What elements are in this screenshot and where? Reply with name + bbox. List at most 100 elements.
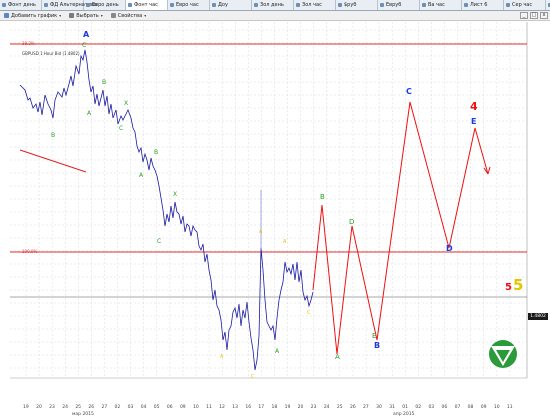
time-tick-label: 24 xyxy=(323,405,330,410)
time-tick-label: 31 xyxy=(389,405,395,410)
time-tick-label: 19 xyxy=(284,405,291,410)
maximize-button[interactable]: □ xyxy=(530,12,538,19)
minimize-button[interactable]: _ xyxy=(520,12,528,19)
wave-label-d: D xyxy=(446,244,453,253)
add-chart-button[interactable]: Добавить график ▾ xyxy=(0,13,65,19)
wave-label-e: E xyxy=(372,332,377,340)
wave-label-a: A xyxy=(335,353,340,361)
time-tick-label: 18 xyxy=(271,405,278,410)
wave-label-c: C xyxy=(157,238,162,245)
chart-tab[interactable]: Зол день xyxy=(252,0,294,10)
time-tick-label: 03 xyxy=(127,405,134,410)
gear-icon xyxy=(110,13,116,18)
chart-tab[interactable]: Евро час xyxy=(168,0,210,10)
time-tick-label: 09 xyxy=(480,405,487,410)
time-tick-label: 02 xyxy=(415,405,422,410)
time-tick-label: 08 xyxy=(467,405,474,410)
price-series xyxy=(19,49,314,371)
time-tick-label: 13 xyxy=(232,405,238,410)
time-tick-label: 23 xyxy=(310,405,317,410)
chart-toolbar: Добавить график ▾ Выбрать ▾ Свойства ▾ xyxy=(0,11,550,21)
chart-tab[interactable]: Фонт день xyxy=(0,0,42,10)
wave-label-e: E xyxy=(471,117,477,126)
wave-label-a: A xyxy=(283,239,287,245)
wave-label-a: A xyxy=(83,30,90,39)
wave-label-c: C xyxy=(251,374,255,380)
time-tick-label: 06 xyxy=(441,405,448,410)
time-tick-label: 12 xyxy=(219,405,225,410)
time-tick-label: 09 xyxy=(179,405,186,410)
chart-tab[interactable]: Доу xyxy=(210,0,252,10)
wave-label-a: A xyxy=(220,354,224,360)
time-tick-label: 25 xyxy=(336,405,343,410)
forecast-arrowhead xyxy=(487,166,491,175)
level-label-lower: 100.0% xyxy=(22,249,38,254)
chevron-down-icon: ▾ xyxy=(144,13,147,18)
wave-label-c: C xyxy=(119,125,124,132)
wave-label-c: C xyxy=(406,87,412,96)
window-controls: _ □ x xyxy=(520,12,548,19)
chart-tab[interactable]: Евруб xyxy=(378,0,420,10)
chevron-down-icon: ▾ xyxy=(100,13,103,18)
time-tick-label: 10 xyxy=(193,405,199,410)
time-tick-label: 03 xyxy=(428,405,435,410)
time-tick-label: 26 xyxy=(349,405,356,410)
time-tick-label: 20 xyxy=(36,405,42,410)
time-tick-label: 07 xyxy=(454,405,461,410)
time-tick-label: 04 xyxy=(140,405,147,410)
chart-tab[interactable]: $руб xyxy=(336,0,378,10)
chart-tab[interactable]: ФД Альтернатива xyxy=(42,0,97,10)
month-label: мар 2015 xyxy=(72,412,94,417)
trend-line xyxy=(19,149,87,173)
select-button[interactable]: Выбрать ▾ xyxy=(65,13,107,19)
chevron-down-icon: ▾ xyxy=(59,13,62,18)
chart-tab[interactable]: Зол час xyxy=(294,0,336,10)
time-tick-label: 25 xyxy=(75,405,82,410)
wave-label-a: A xyxy=(87,110,92,117)
close-button[interactable]: x xyxy=(540,12,548,19)
wave-label-c: C xyxy=(82,42,87,49)
wave-label-5-yellow: 5 xyxy=(513,276,524,294)
wave-label-b: B xyxy=(154,149,159,156)
chart-tab[interactable]: Ва час xyxy=(420,0,462,10)
time-tick-label: 11 xyxy=(206,405,212,410)
chart-symbol-title: GBPUSD 1 Hour Bid (1.4802) xyxy=(22,51,80,56)
level-label-upper: 38.2% xyxy=(22,41,35,46)
chart-tab[interactable]: Сер день xyxy=(546,0,550,10)
time-tick-label: 24 xyxy=(62,405,68,410)
wave-label-b: B xyxy=(374,341,381,350)
wave-label-a: A xyxy=(259,229,263,235)
time-tick-label: 16 xyxy=(245,405,252,410)
properties-button[interactable]: Свойства ▾ xyxy=(107,13,150,19)
wave-label-5-red: 5 xyxy=(505,282,512,293)
chart-canvas[interactable] xyxy=(0,21,550,402)
cursor-icon xyxy=(69,13,75,18)
wave-label-x: X xyxy=(124,100,129,107)
time-tick-label: 20 xyxy=(297,405,304,410)
chart-tab[interactable]: Лист 6 xyxy=(462,0,504,10)
time-tick-label: 11 xyxy=(506,405,513,410)
time-tick-label: 27 xyxy=(363,405,369,410)
time-tick-label: 17 xyxy=(258,405,265,410)
chart-icon xyxy=(4,13,9,18)
time-tick-label: 19 xyxy=(23,405,29,410)
wave-label-4: 4 xyxy=(470,100,478,113)
wave-label-d: D xyxy=(349,218,355,226)
time-tick-label: 06 xyxy=(166,405,173,410)
wave-label-b: B xyxy=(102,79,107,86)
chart-tab[interactable]: Сер час xyxy=(504,0,546,10)
wave-label-b: B xyxy=(51,132,56,139)
chart-tab[interactable]: Евро день xyxy=(84,0,126,10)
time-tick-label: 26 xyxy=(88,405,95,410)
current-price-badge: 1.4802 xyxy=(528,313,548,320)
wave-label-a: A xyxy=(139,172,144,179)
time-tick-label: 27 xyxy=(101,405,108,410)
wave-label-b: B xyxy=(320,193,325,201)
wave-label-c: C xyxy=(307,310,311,316)
time-tick-label: 02 xyxy=(114,405,121,410)
price-chart[interactable]: GBPUSD 1 Hour Bid (1.4802) 38.2% 100.0% … xyxy=(0,21,550,417)
chart-tab[interactable]: Фонт час xyxy=(126,0,168,10)
wave-label-x: X xyxy=(173,191,178,198)
time-tick-label: 10 xyxy=(493,405,500,410)
time-tick-label: 05 xyxy=(153,405,160,410)
